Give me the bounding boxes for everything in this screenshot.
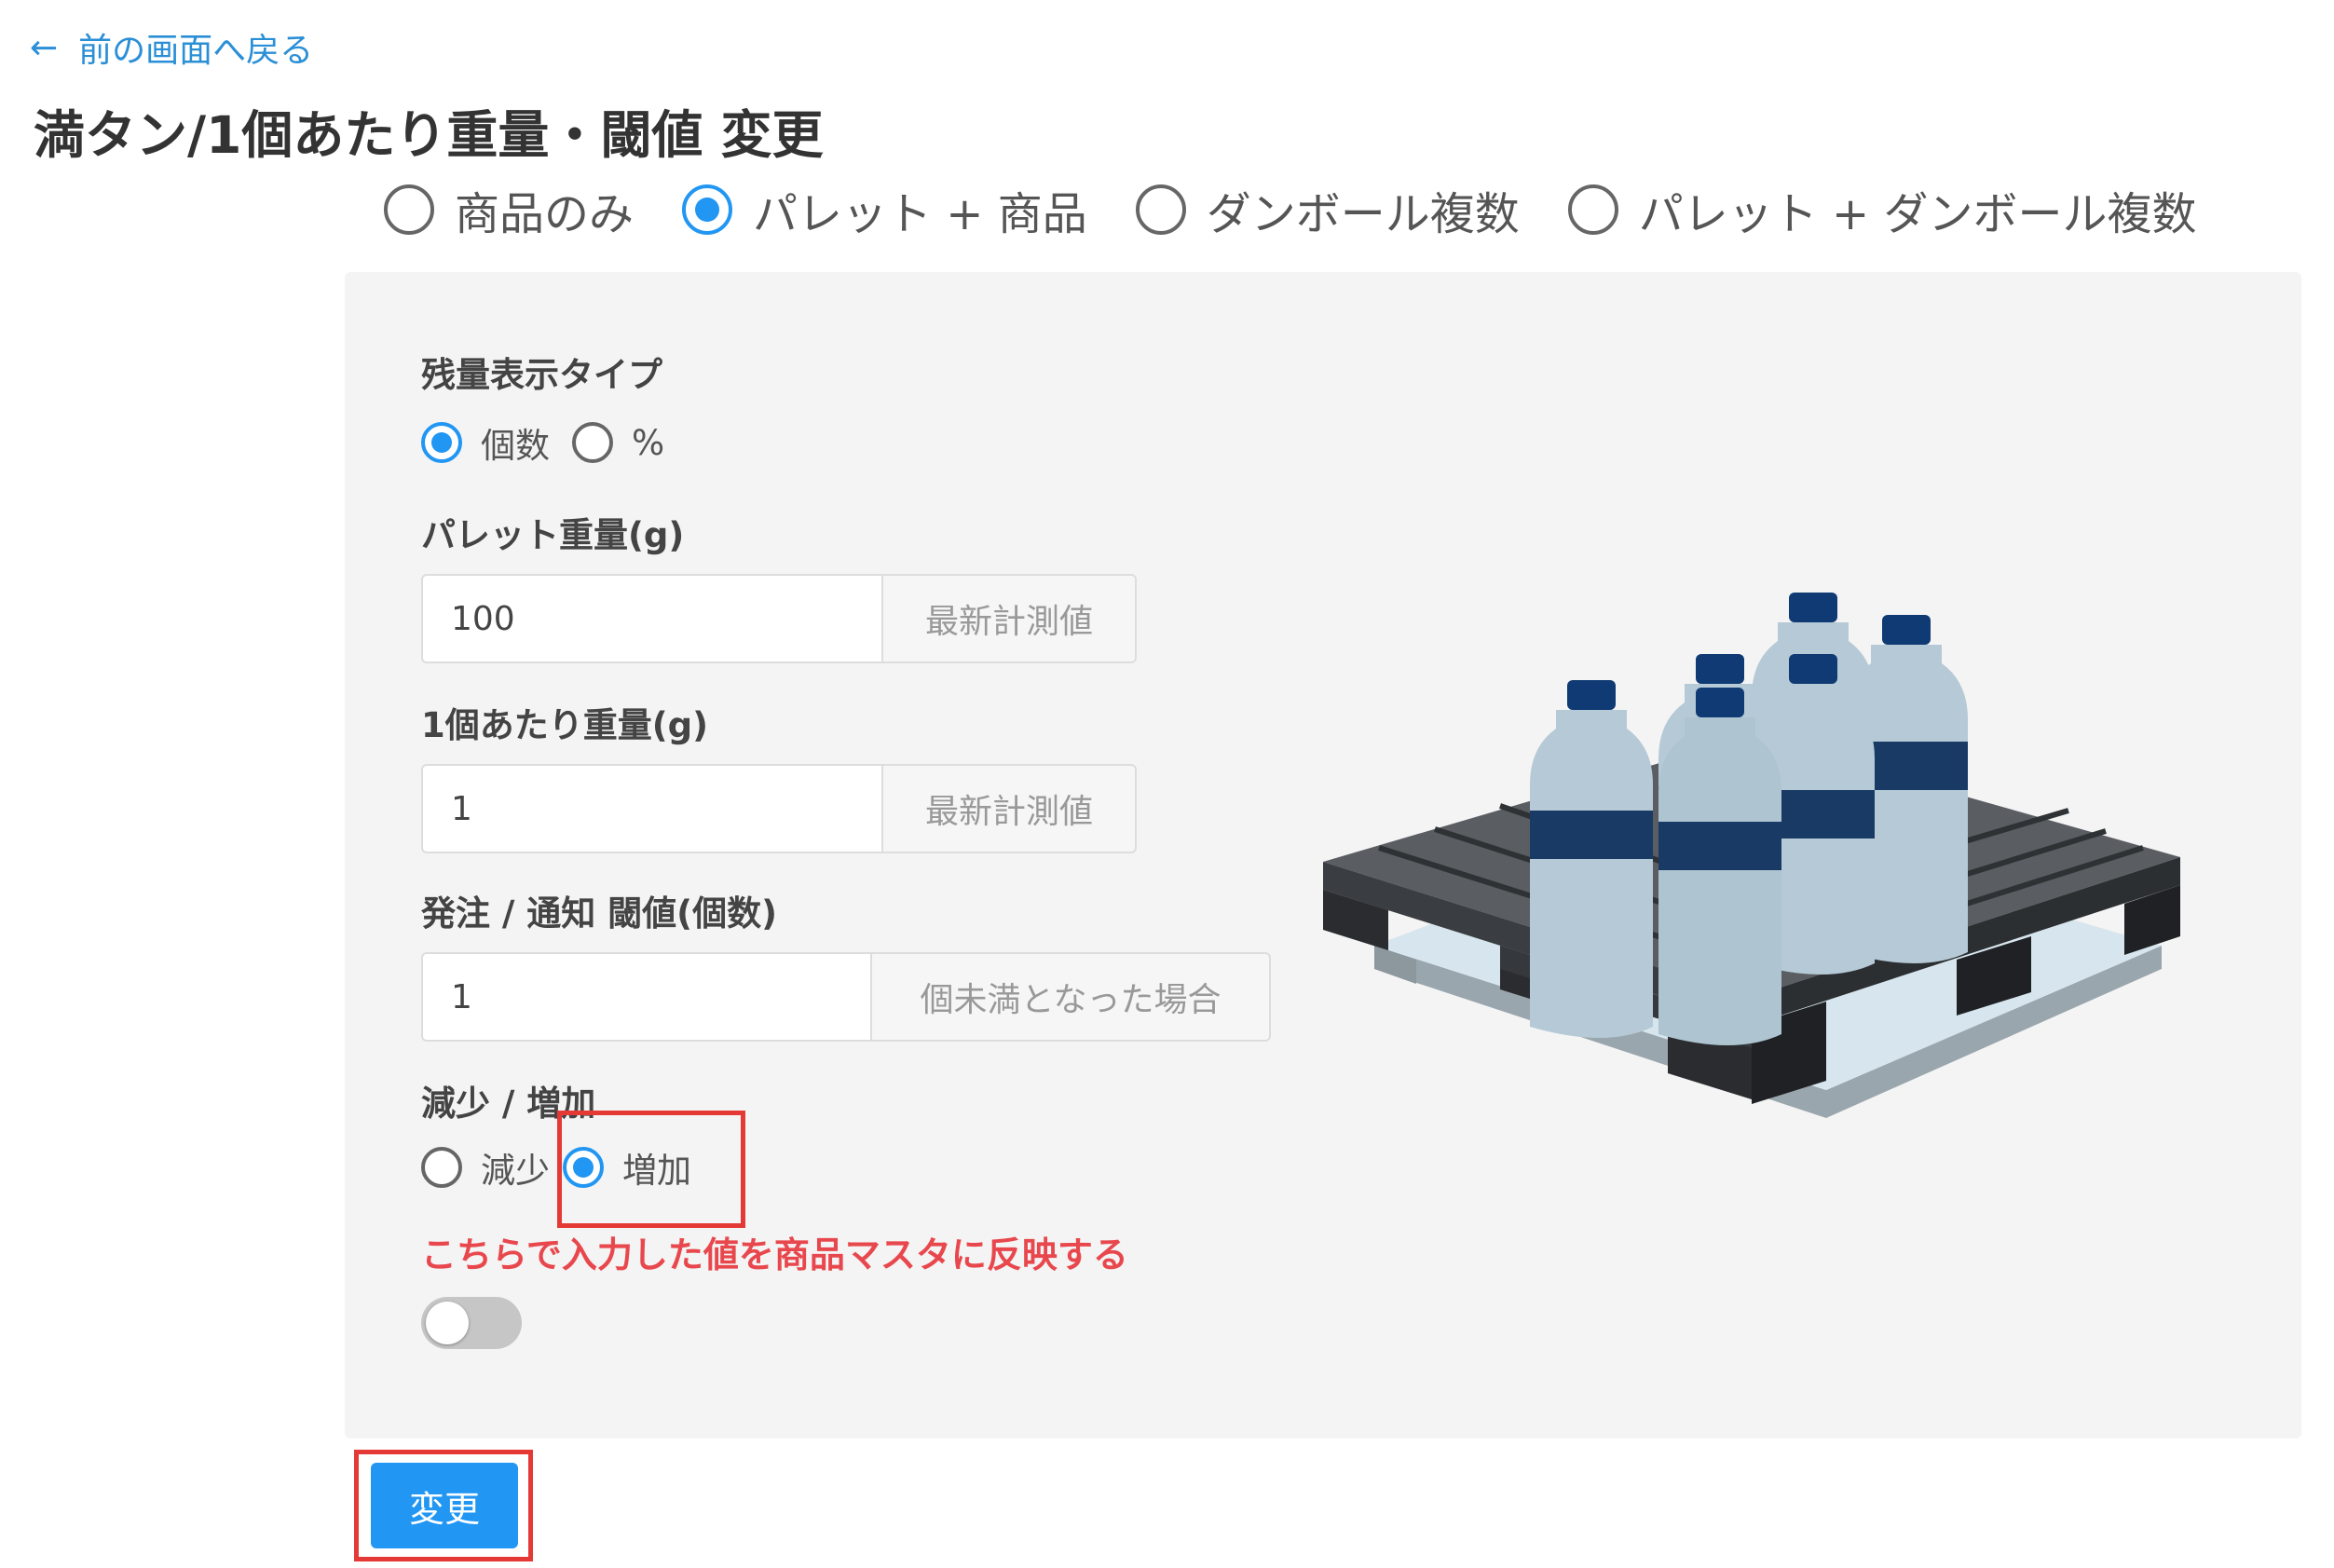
display-type-label: 残量表示タイプ — [421, 355, 662, 395]
pallet-weight-label: パレット重量(g) — [421, 515, 685, 555]
submit-button[interactable]: 変更 — [371, 1463, 518, 1548]
display-type-percent-option[interactable]: % — [572, 422, 664, 463]
pallet-with-bottles-illustration — [1323, 593, 2180, 1118]
reflect-master-toggle[interactable] — [421, 1297, 522, 1349]
latest-measurement-button[interactable]: 最新計測値 — [881, 574, 1137, 663]
arrow-left-icon: ← — [30, 28, 59, 67]
radio-button[interactable] — [421, 1147, 462, 1188]
radio-button[interactable] — [1135, 184, 1186, 235]
radio-option-label: % — [632, 422, 665, 463]
mode-option-label: ダンボール複数 — [1206, 188, 1520, 240]
pallet-weight-input[interactable]: 100 — [421, 574, 881, 663]
radio-button-selected[interactable] — [682, 184, 733, 235]
toggle-knob — [426, 1302, 469, 1344]
mode-radio-group: 商品のみ パレット + 商品 ダンボール複数 パレット + ダンボール複数 — [384, 177, 2197, 242]
back-link[interactable]: ← 前の画面へ戻る — [30, 24, 313, 71]
mode-option-label: パレット + ダンボール複数 — [1638, 188, 2197, 240]
threshold-input[interactable]: 1 — [421, 952, 870, 1042]
unit-weight-label: 1個あたり重量(g) — [421, 705, 709, 745]
unit-weight-input[interactable]: 1 — [421, 764, 881, 853]
radio-option-label: 減少 — [481, 1151, 550, 1191]
mode-option-product-only[interactable]: 商品のみ — [384, 177, 634, 242]
mode-option-label: パレット + 商品 — [753, 188, 1087, 240]
mode-option-multi-box[interactable]: ダンボール複数 — [1135, 177, 1520, 242]
pallet-weight-input-group: 100 最新計測値 — [421, 574, 1137, 663]
radio-button[interactable] — [384, 184, 434, 235]
radio-button-selected[interactable] — [421, 422, 462, 463]
display-type-count-option[interactable]: 個数 — [421, 417, 550, 468]
unit-weight-input-group: 1 最新計測値 — [421, 764, 1137, 853]
mode-option-pallet-product[interactable]: パレット + 商品 — [682, 177, 1087, 242]
latest-measurement-button[interactable]: 最新計測値 — [881, 764, 1137, 853]
reflect-master-notice: こちらで入力した値を商品マスタに反映する — [421, 1234, 1128, 1275]
page-title: 満タン/1個あたり重量・閾値 変更 — [34, 105, 824, 165]
threshold-suffix: 個未満となった場合 — [870, 952, 1271, 1042]
radio-option-label: 個数 — [481, 426, 550, 466]
mode-option-label: 商品のみ — [455, 188, 635, 240]
direction-decrease-option[interactable]: 減少 — [421, 1142, 550, 1193]
radio-button[interactable] — [572, 422, 613, 463]
display-type-radio-group: 個数 % — [421, 417, 664, 468]
threshold-label: 発注 / 通知 閾値(個数) — [421, 893, 777, 934]
radio-button[interactable] — [1567, 184, 1618, 235]
back-link-label: 前の画面へ戻る — [78, 32, 314, 70]
threshold-input-group: 1 個未満となった場合 — [421, 952, 1271, 1042]
mode-option-pallet-multi-box[interactable]: パレット + ダンボール複数 — [1567, 177, 2197, 242]
bottle-icon — [1530, 680, 1653, 1038]
highlight-box-increase — [557, 1111, 745, 1228]
